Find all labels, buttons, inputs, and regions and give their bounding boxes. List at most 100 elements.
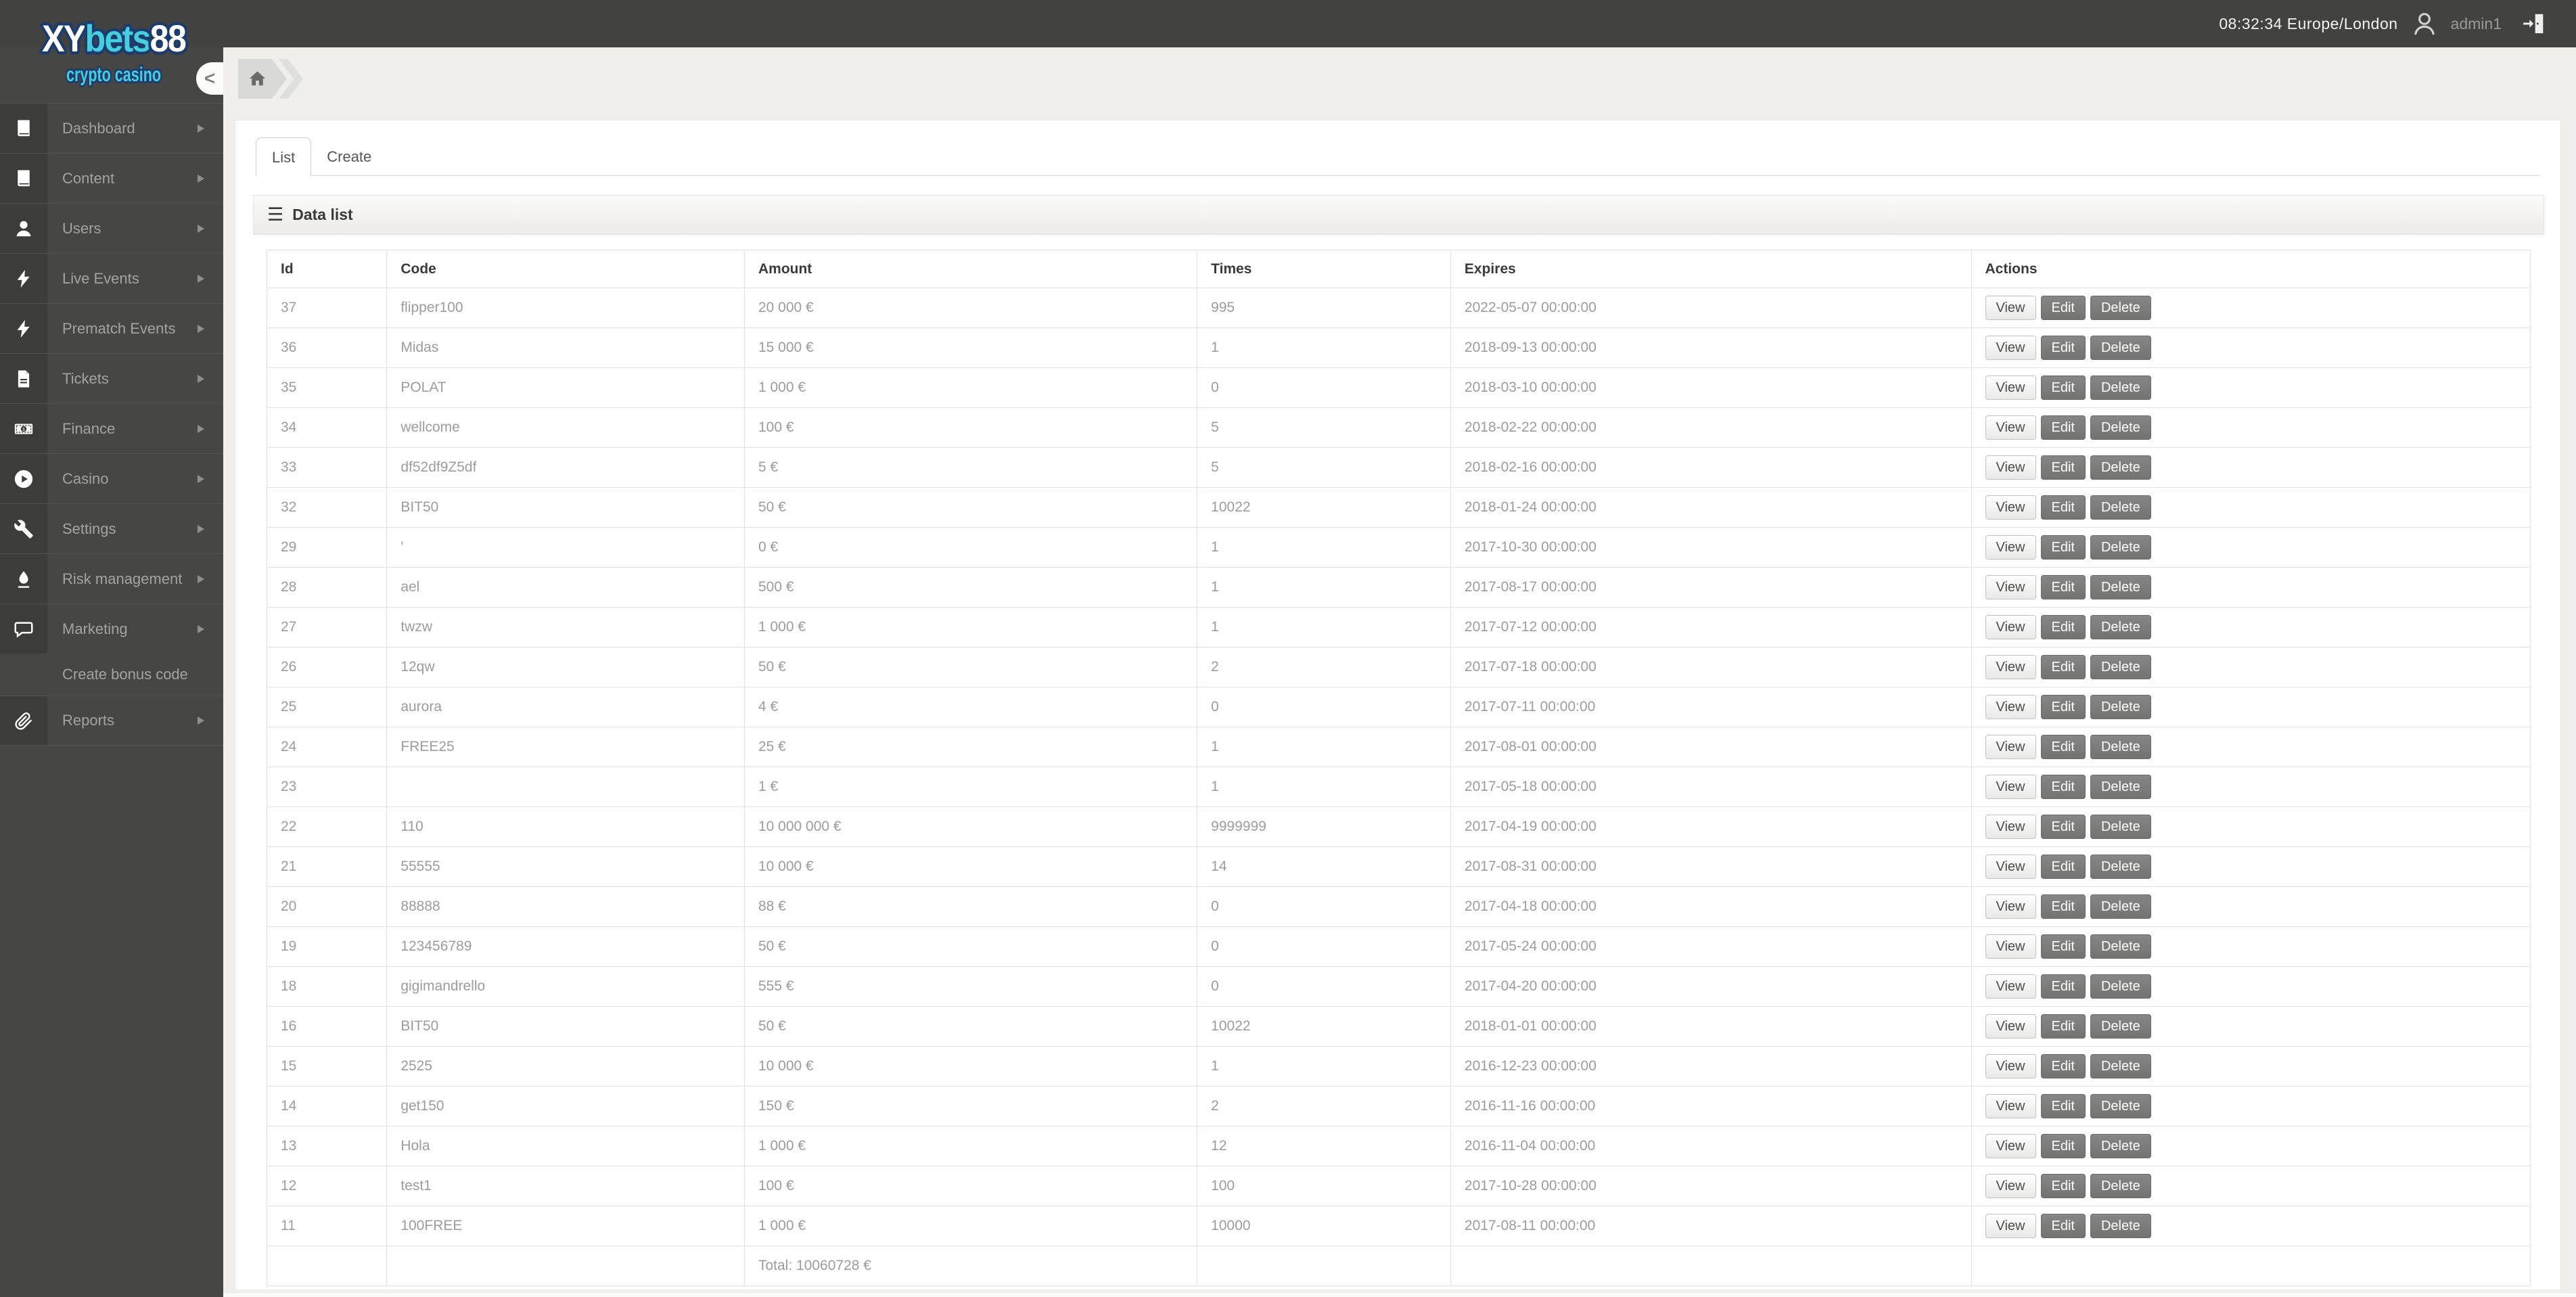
sidebar-item-casino[interactable]: Casino [0, 453, 223, 503]
view-button[interactable]: View [1985, 735, 2036, 759]
cell-id: 32 [267, 488, 387, 528]
sidebar-item-users[interactable]: Users [0, 203, 223, 253]
delete-button[interactable]: Delete [2090, 1014, 2151, 1039]
edit-button[interactable]: Edit [2041, 455, 2086, 480]
view-button[interactable]: View [1985, 455, 2036, 480]
edit-button[interactable]: Edit [2041, 775, 2086, 799]
view-button[interactable]: View [1985, 695, 2036, 719]
avatar[interactable] [2410, 9, 2439, 38]
edit-button[interactable]: Edit [2041, 336, 2086, 360]
edit-button[interactable]: Edit [2041, 1054, 2086, 1078]
view-button[interactable]: View [1985, 1214, 2036, 1238]
sidebar-item-marketing[interactable]: Marketing [0, 604, 223, 654]
chevron-right-icon [198, 575, 204, 583]
delete-button[interactable]: Delete [2090, 296, 2151, 320]
cell-id: 26 [267, 647, 387, 687]
delete-button[interactable]: Delete [2090, 1054, 2151, 1078]
delete-button[interactable]: Delete [2090, 1094, 2151, 1118]
delete-button[interactable]: Delete [2090, 775, 2151, 799]
view-button[interactable]: View [1985, 1054, 2036, 1078]
view-button[interactable]: View [1985, 815, 2036, 839]
edit-button[interactable]: Edit [2041, 1094, 2086, 1118]
view-button[interactable]: View [1985, 495, 2036, 520]
edit-button[interactable]: Edit [2041, 974, 2086, 999]
cell-code: 55555 [387, 847, 745, 887]
view-button[interactable]: View [1985, 1174, 2036, 1198]
view-button[interactable]: View [1985, 894, 2036, 919]
edit-button[interactable]: Edit [2041, 296, 2086, 320]
delete-button[interactable]: Delete [2090, 855, 2151, 879]
edit-button[interactable]: Edit [2041, 695, 2086, 719]
sidebar-subitem-create-bonus-code[interactable]: Create bonus code [0, 654, 223, 696]
delete-button[interactable]: Delete [2090, 495, 2151, 520]
logout-button[interactable] [2521, 10, 2548, 37]
edit-button[interactable]: Edit [2041, 1134, 2086, 1158]
delete-button[interactable]: Delete [2090, 1134, 2151, 1158]
edit-button[interactable]: Edit [2041, 495, 2086, 520]
edit-button[interactable]: Edit [2041, 855, 2086, 879]
view-button[interactable]: View [1985, 974, 2036, 999]
sidebar-item-reports[interactable]: Reports [0, 696, 223, 746]
sidebar: DashboardContentUsersLive EventsPrematch… [0, 47, 223, 1297]
edit-button[interactable]: Edit [2041, 735, 2086, 759]
sidebar-item-prematch-events[interactable]: Prematch Events [0, 303, 223, 353]
delete-button[interactable]: Delete [2090, 376, 2151, 400]
sidebar-item-tickets[interactable]: Tickets [0, 353, 223, 403]
delete-button[interactable]: Delete [2090, 735, 2151, 759]
view-button[interactable]: View [1985, 575, 2036, 599]
view-button[interactable]: View [1985, 1134, 2036, 1158]
sidebar-item-settings[interactable]: Settings [0, 503, 223, 553]
tab-list[interactable]: List [256, 137, 311, 176]
edit-button[interactable]: Edit [2041, 934, 2086, 959]
edit-button[interactable]: Edit [2041, 1014, 2086, 1039]
view-button[interactable]: View [1985, 934, 2036, 959]
cell-actions: ViewEditDelete [1971, 1007, 2531, 1047]
edit-button[interactable]: Edit [2041, 615, 2086, 639]
delete-button[interactable]: Delete [2090, 1174, 2151, 1198]
tab-create[interactable]: Create [311, 137, 387, 176]
delete-button[interactable]: Delete [2090, 1214, 2151, 1238]
cell-times: 14 [1197, 847, 1451, 887]
delete-button[interactable]: Delete [2090, 615, 2151, 639]
edit-button[interactable]: Edit [2041, 1174, 2086, 1198]
view-button[interactable]: View [1985, 655, 2036, 679]
edit-button[interactable]: Edit [2041, 535, 2086, 560]
view-button[interactable]: View [1985, 1094, 2036, 1118]
delete-button[interactable]: Delete [2090, 934, 2151, 959]
edit-button[interactable]: Edit [2041, 575, 2086, 599]
view-button[interactable]: View [1985, 855, 2036, 879]
delete-button[interactable]: Delete [2090, 655, 2151, 679]
delete-button[interactable]: Delete [2090, 695, 2151, 719]
breadcrumb-home[interactable] [238, 59, 287, 99]
view-button[interactable]: View [1985, 415, 2036, 440]
sidebar-item-content[interactable]: Content [0, 153, 223, 203]
view-button[interactable]: View [1985, 296, 2036, 320]
view-button[interactable]: View [1985, 1014, 2036, 1039]
sidebar-item-risk-management[interactable]: Risk management [0, 553, 223, 604]
view-button[interactable]: View [1985, 615, 2036, 639]
sidebar-item-live-events[interactable]: Live Events [0, 253, 223, 303]
delete-button[interactable]: Delete [2090, 894, 2151, 919]
edit-button[interactable]: Edit [2041, 415, 2086, 440]
edit-button[interactable]: Edit [2041, 815, 2086, 839]
delete-button[interactable]: Delete [2090, 974, 2151, 999]
view-button[interactable]: View [1985, 535, 2036, 560]
edit-button[interactable]: Edit [2041, 376, 2086, 400]
sidebar-item-finance[interactable]: 1Finance [0, 403, 223, 453]
edit-button[interactable]: Edit [2041, 894, 2086, 919]
brand-logo[interactable]: XYbets88 crypto casino [5, 0, 222, 118]
delete-button[interactable]: Delete [2090, 575, 2151, 599]
cell-expires: 2017-08-11 00:00:00 [1450, 1206, 1971, 1246]
delete-button[interactable]: Delete [2090, 815, 2151, 839]
view-button[interactable]: View [1985, 775, 2036, 799]
edit-button[interactable]: Edit [2041, 1214, 2086, 1238]
view-button[interactable]: View [1985, 376, 2036, 400]
delete-button[interactable]: Delete [2090, 415, 2151, 440]
delete-button[interactable]: Delete [2090, 336, 2151, 360]
cell-amount: 100 € [744, 1166, 1197, 1206]
cell-id: 29 [267, 528, 387, 568]
view-button[interactable]: View [1985, 336, 2036, 360]
edit-button[interactable]: Edit [2041, 655, 2086, 679]
delete-button[interactable]: Delete [2090, 535, 2151, 560]
delete-button[interactable]: Delete [2090, 455, 2151, 480]
